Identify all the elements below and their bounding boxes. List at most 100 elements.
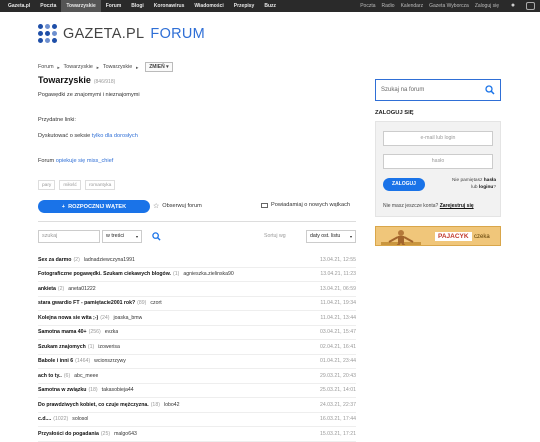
thread-date: 13.04.21, 06:59: [319, 285, 356, 292]
register-link[interactable]: Zarejestruj się: [440, 203, 474, 209]
forum-search-input[interactable]: Szukaj na forum: [375, 79, 501, 101]
chevron-down-icon: ▾: [166, 64, 169, 70]
observe-label: Obserwuj forum: [162, 203, 202, 209]
sort-select[interactable]: daty ost. listu ▾: [306, 230, 356, 243]
table-row[interactable]: Babole i inni 6 (1464) wcionszrzywy 01.04.2…: [38, 355, 356, 369]
new-thread-label: ROZPOCZNIJ WĄTEK: [68, 203, 127, 210]
tag[interactable]: romantyka: [84, 180, 116, 190]
top-nav-right-item[interactable]: Poczta: [357, 0, 378, 12]
thread-count: (1): [87, 343, 95, 350]
adult-forum-link[interactable]: tylko dla dorosłych: [92, 133, 138, 139]
thread-author[interactable]: solosol: [72, 416, 88, 422]
thread-title[interactable]: Szukam znajomych: [38, 344, 86, 350]
thread-count: (2): [57, 285, 65, 292]
password-field[interactable]: hasło: [383, 154, 493, 169]
thread-author[interactable]: evzka: [105, 329, 119, 335]
top-nav-item[interactable]: Wiadomości: [189, 0, 228, 12]
email-field[interactable]: e-mail lub login: [383, 131, 493, 146]
search-icon: [151, 232, 161, 241]
opiekun-prefix: Forum: [38, 158, 55, 164]
top-nav-item[interactable]: Forum: [101, 0, 127, 12]
thread-count: (6): [63, 372, 71, 379]
search-scope-value: w treści: [106, 233, 125, 239]
top-nav-right-item[interactable]: Radio: [379, 0, 398, 12]
thread-title[interactable]: Fotograficzne pogawędki. Szukam ciekawyc…: [38, 271, 171, 277]
thread-author[interactable]: lobo42: [164, 402, 180, 408]
search-scope-select[interactable]: w treści ▾: [102, 230, 142, 243]
top-nav-right-item[interactable]: Zaloguj się: [472, 0, 502, 12]
search-icon[interactable]: [485, 85, 495, 95]
top-nav-item[interactable]: Poczta: [35, 0, 61, 12]
thread-left: Szukam znajomych (1) izowerisa: [38, 344, 120, 350]
breadcrumb-item[interactable]: Towarzyskie: [64, 64, 93, 70]
top-nav-item[interactable]: Przepisy: [229, 0, 260, 12]
thread-author[interactable]: izowerisa: [98, 344, 120, 350]
tag[interactable]: pary: [38, 180, 56, 190]
table-row[interactable]: c.d.... (1022) solosol 16.03.21, 17:44: [38, 413, 356, 427]
chevron-down-icon: ▾: [349, 234, 352, 239]
user-icon[interactable]: ●: [509, 2, 517, 10]
top-nav-right-item[interactable]: Gazeta Wyborcza: [426, 0, 472, 12]
thread-author[interactable]: takasobieja44: [102, 387, 134, 393]
table-row[interactable]: Samotna mama 40+ (256) evzka 03.04.21, 15:4…: [38, 326, 356, 340]
table-row[interactable]: ankieta (2) aneta01222 13.04.21, 06:59: [38, 282, 356, 297]
breadcrumb-item[interactable]: Forum: [38, 64, 54, 70]
top-nav-right-item[interactable]: Kalendarz: [398, 0, 427, 12]
thread-author[interactable]: ladnadziewczyna1991: [84, 257, 135, 263]
search-button[interactable]: [145, 230, 167, 243]
thread-title[interactable]: Do prawdziwych kobiet, co czuje mężczyzn…: [38, 402, 149, 408]
observe-forum-button[interactable]: ☆ Obserwuj forum: [153, 202, 202, 210]
top-nav-item[interactable]: Koronawirus: [149, 0, 190, 12]
change-forum-button[interactable]: ZMIEŃ ▾: [145, 62, 173, 72]
thread-title[interactable]: Babole i inni 6: [38, 358, 73, 364]
top-nav-item[interactable]: Blogi: [126, 0, 149, 12]
thread-title[interactable]: Sex za darmo: [38, 257, 71, 263]
table-row[interactable]: ach to ty.. (6) abc_meee 29.03.21, 20:43: [38, 369, 356, 384]
breadcrumb: Forum ► Towarzyskie ► Towarzyskie ► ZMIEŃ ▾: [38, 62, 173, 72]
forum-tags: pary miłość romantyka: [38, 180, 116, 190]
table-row[interactable]: Samotna w związku (18) takasobieja44 25.03.…: [38, 384, 356, 398]
thread-author[interactable]: abc_meee: [74, 373, 98, 379]
useful-link-prefix: Dyskutować o seksie: [38, 133, 91, 139]
thread-title[interactable]: ach to ty..: [38, 373, 62, 379]
table-row[interactable]: Fotograficzne pogawędki. Szukam ciekawyc…: [38, 268, 356, 282]
thread-author[interactable]: joaska_bmw: [113, 315, 142, 321]
thread-author[interactable]: czort: [150, 300, 161, 306]
top-nav-item[interactable]: Gazeta.pl: [3, 0, 35, 12]
thread-title[interactable]: stara gwardio FT - pamiętacie2001 rok?: [38, 300, 135, 306]
thread-date: 01.04.21, 23:44: [319, 358, 356, 365]
thread-title[interactable]: Samotna w związku: [38, 387, 86, 393]
table-row[interactable]: Szukam znajomych (1) izowerisa 02.04.21, 16…: [38, 340, 356, 355]
thread-author[interactable]: aneta01222: [68, 286, 95, 292]
pajacyk-banner[interactable]: PAJACYK czeka: [375, 226, 501, 246]
table-row[interactable]: Do prawdziwych kobiet, co czuje mężczyzn…: [38, 398, 356, 413]
page-title: Towarzyskie (846/918): [38, 75, 115, 85]
thread-author[interactable]: wcionszrzywy: [94, 358, 126, 364]
notify-new-threads-button[interactable]: Powiadamiaj o nowych wątkach: [261, 202, 350, 208]
top-nav-item[interactable]: Buzz: [259, 0, 281, 12]
thread-title[interactable]: Samotna mama 40+: [38, 329, 87, 335]
new-thread-button[interactable]: + ROZPOCZNIJ WĄTEK: [38, 200, 150, 213]
thread-left: Samotna mama 40+ (256) evzka: [38, 329, 118, 335]
top-nav-item[interactable]: Towarzyskie: [61, 0, 101, 12]
breadcrumb-item[interactable]: Towarzyskie: [103, 64, 132, 70]
thread-title[interactable]: ankieta: [38, 286, 56, 292]
menu-icon[interactable]: [526, 2, 535, 10]
thread-title[interactable]: c.d....: [38, 416, 51, 422]
forgot-password-link[interactable]: hasła: [484, 178, 496, 183]
gazeta-forum-logo[interactable]: GAZETA.PL FORUM: [38, 24, 205, 43]
table-row[interactable]: stara gwardio FT - pamiętacie2001 rok? (8…: [38, 297, 356, 311]
thread-author[interactable]: agnieszka.zielinska90: [183, 271, 233, 277]
forgot-login-link[interactable]: loginu: [479, 185, 493, 190]
tag[interactable]: miłość: [59, 180, 81, 190]
thread-title[interactable]: Kolejna nowa sie wita ;-): [38, 315, 98, 321]
logo-brand: GAZETA.PL: [63, 25, 145, 42]
thread-left: Babole i inni 6 (1464) wcionszrzywy: [38, 358, 126, 364]
top-navigation-bar: Gazeta.pl Poczta Towarzyskie Forum Blogi Koro…: [0, 0, 540, 12]
login-button[interactable]: ZALOGUJ: [383, 178, 425, 191]
moderator-link[interactable]: opiekuje się miss_chief: [56, 158, 114, 164]
thread-search-input[interactable]: szukaj: [38, 230, 100, 243]
table-row[interactable]: Przysłości do pogadania (25) malgo643 15.03…: [38, 427, 356, 442]
table-row[interactable]: Sex za darmo (2) ladnadziewczyna1991 13.04.…: [38, 253, 356, 268]
table-row[interactable]: Kolejna nowa sie wita ;-) (24) joaska_bmw 1…: [38, 311, 356, 326]
